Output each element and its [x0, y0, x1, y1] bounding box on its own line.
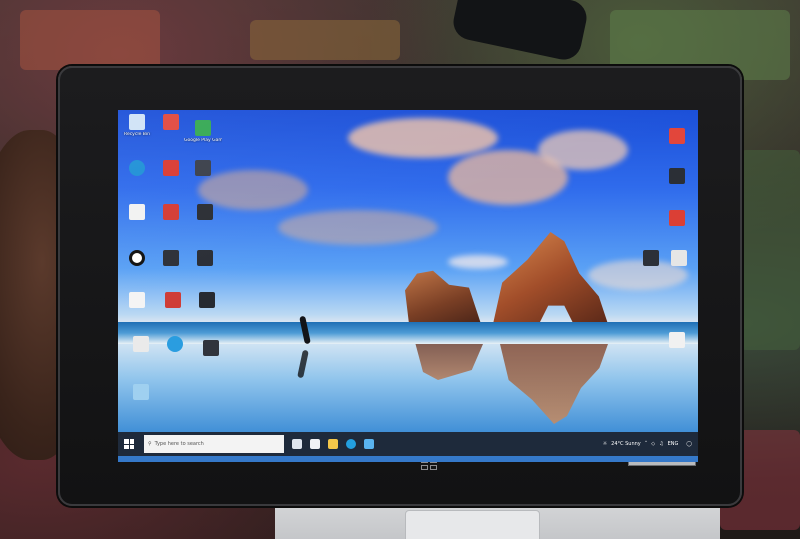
desktop-icon-document[interactable]: [122, 336, 160, 354]
media-file-icon: [197, 250, 213, 266]
desktop-icon-document[interactable]: [118, 204, 156, 222]
search-placeholder: Type here to search: [154, 441, 204, 447]
desktop-icon-pdf-right[interactable]: [658, 128, 696, 146]
cloud: [278, 210, 438, 245]
g-app-icon: [129, 250, 145, 266]
task-view-icon[interactable]: [292, 439, 302, 449]
media-file-icon: [163, 250, 179, 266]
fabric-pattern: [250, 20, 400, 60]
chevron-up-icon[interactable]: ˄: [645, 441, 648, 447]
pdf-file-icon: [163, 114, 179, 130]
document-icon: [669, 332, 685, 348]
desktop-icon-video[interactable]: [188, 292, 226, 310]
media-file-icon: [669, 168, 685, 184]
pdf-file-icon: [163, 160, 179, 176]
media-file-icon: [643, 250, 659, 266]
pdf-file-icon: [165, 292, 181, 308]
desktop-icon-app[interactable]: [184, 160, 222, 178]
widgets-icon[interactable]: [310, 439, 320, 449]
document-icon: [133, 336, 149, 352]
desktop-icon-document-right[interactable]: [658, 332, 696, 350]
cloud: [448, 255, 508, 269]
desktop-icon-document-right[interactable]: [660, 250, 698, 268]
pdf-file-icon: [669, 128, 685, 144]
edge-taskbar-icon[interactable]: [346, 439, 356, 449]
fabric-pattern: [740, 150, 800, 350]
language-indicator[interactable]: ENG: [668, 441, 679, 447]
pdf-file-icon: [163, 204, 179, 220]
desktop-icon-video[interactable]: [186, 204, 224, 222]
desktop-icon-pdf[interactable]: [154, 292, 192, 310]
taskbar: ⚲ Type here to search ☼ 24°C Sunny ˄ ◇ ♫…: [118, 432, 698, 456]
desktop-icon-document[interactable]: [118, 292, 156, 310]
windows-logo-icon: [124, 439, 134, 449]
file-explorer-icon[interactable]: [328, 439, 338, 449]
rock-formation: [405, 270, 481, 324]
desktop-icon-recycle-bin[interactable]: Recycle Bin: [118, 114, 156, 137]
taskbar-search-box[interactable]: ⚲ Type here to search: [144, 435, 284, 453]
folder-icon: [133, 384, 149, 400]
google-play-icon: [195, 120, 211, 136]
desktop-icon-pdf[interactable]: [152, 204, 190, 222]
desktop-icon-g-app[interactable]: [118, 250, 156, 268]
video-file-icon: [199, 292, 215, 308]
weather-text[interactable]: 24°C Sunny: [611, 441, 641, 447]
store-icon[interactable]: [364, 439, 374, 449]
notifications-icon[interactable]: ◯: [686, 441, 692, 447]
desktop-icon-media[interactable]: [192, 340, 230, 358]
desktop-icon-pdf-right[interactable]: [658, 210, 696, 228]
edge-browser-icon: [129, 160, 145, 176]
cloud: [348, 118, 498, 158]
weather-icon: ☼: [602, 441, 608, 447]
desktop-icon-folder[interactable]: [122, 384, 160, 402]
desktop-icon-media[interactable]: [152, 250, 190, 268]
fabric-pattern: [20, 10, 160, 70]
cloud: [538, 130, 628, 170]
desktop-screen: Recycle Bin Google Play Games beta: [118, 110, 698, 462]
trackpad: [405, 510, 540, 539]
video-file-icon: [197, 204, 213, 220]
volume-icon[interactable]: ♫: [659, 441, 663, 447]
document-icon: [671, 250, 687, 266]
document-icon: [129, 292, 145, 308]
desktop-icon-media[interactable]: [186, 250, 224, 268]
desktop-icon-google-play-games[interactable]: Google Play Games beta: [184, 120, 222, 143]
media-file-icon: [203, 340, 219, 356]
desktop-icon-sync-app[interactable]: [156, 336, 194, 354]
sync-app-icon: [167, 336, 183, 352]
system-tray: ☼ 24°C Sunny ˄ ◇ ♫ ENG ◯: [603, 441, 698, 447]
document-icon: [129, 204, 145, 220]
app-shortcut-icon: [195, 160, 211, 176]
search-icon: ⚲: [148, 441, 152, 447]
pdf-file-icon: [669, 210, 685, 226]
start-button[interactable]: [118, 432, 140, 456]
desktop-icon-edge[interactable]: [118, 160, 156, 178]
recycle-bin-icon: [129, 114, 145, 130]
network-icon[interactable]: ◇: [651, 441, 655, 447]
desktop-icon-media-right[interactable]: [658, 168, 696, 186]
